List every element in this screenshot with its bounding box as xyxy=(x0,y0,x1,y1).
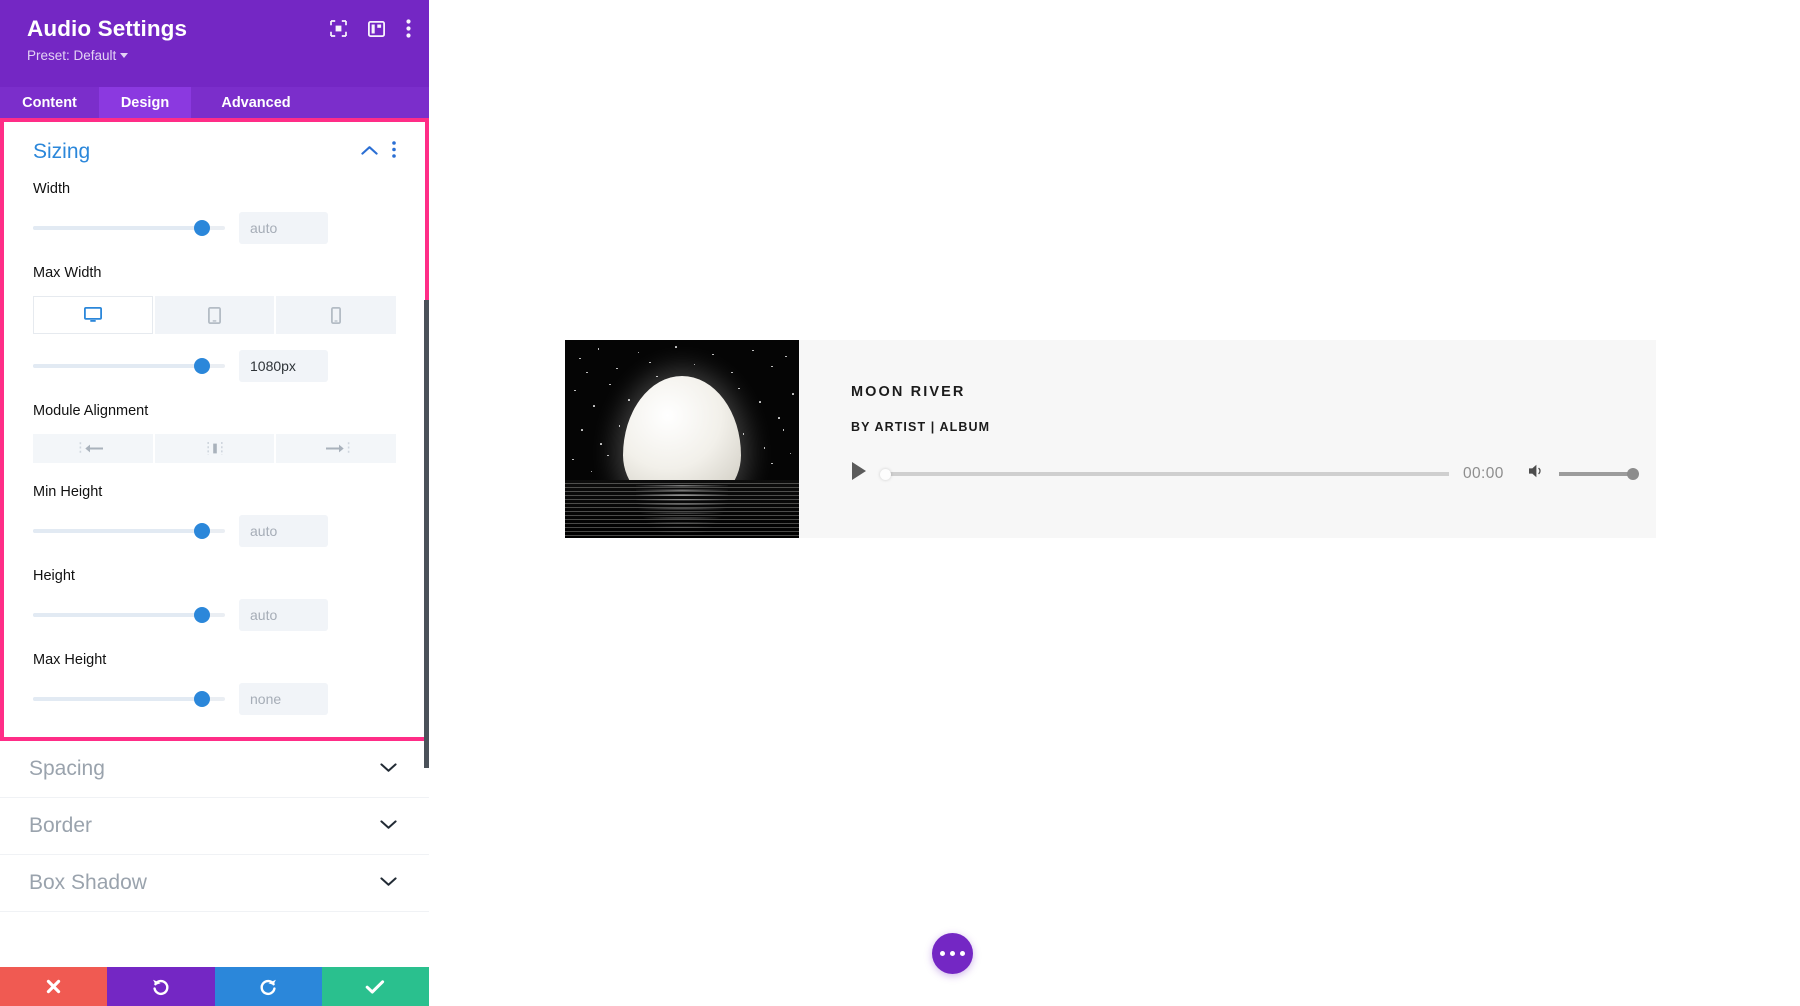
page-canvas: MOON RIVER BY ARTIST | ALBUM 00:00 xyxy=(429,0,1800,1006)
max-height-slider-fill xyxy=(33,697,202,701)
chevron-down-icon xyxy=(380,874,397,892)
moon-reflection xyxy=(636,482,728,536)
device-desktop-button[interactable] xyxy=(33,296,153,334)
audio-module[interactable]: MOON RIVER BY ARTIST | ALBUM 00:00 xyxy=(565,340,1656,538)
min-height-slider-fill xyxy=(33,529,202,533)
max-width-slider-handle[interactable] xyxy=(194,358,210,374)
volume-track xyxy=(1559,472,1635,476)
tab-content[interactable]: Content xyxy=(0,87,99,118)
field-min-height-label: Min Height xyxy=(33,483,396,501)
section-box-shadow-title: Box Shadow xyxy=(29,869,147,897)
min-height-slider[interactable] xyxy=(33,521,225,541)
section-border-title: Border xyxy=(29,812,92,840)
panel-tabs: Content Design Advanced xyxy=(0,87,429,118)
field-height: Height auto xyxy=(33,567,396,631)
divi-builder-screen: Audio Settings Preset: Default xyxy=(0,0,1800,1006)
max-height-slider-handle[interactable] xyxy=(194,691,210,707)
height-slider[interactable] xyxy=(33,605,225,625)
more-vertical-icon[interactable] xyxy=(406,19,411,43)
preset-label: Preset: Default xyxy=(27,48,116,63)
field-width: Width auto xyxy=(33,180,396,244)
panel-header-icons xyxy=(330,19,411,43)
current-time: 00:00 xyxy=(1463,465,1504,483)
section-spacing[interactable]: Spacing xyxy=(0,741,429,798)
cancel-button[interactable] xyxy=(0,967,107,1006)
ellipsis-dot xyxy=(960,951,965,956)
field-module-alignment-label: Module Alignment xyxy=(33,402,396,420)
section-box-shadow[interactable]: Box Shadow xyxy=(0,855,429,912)
module-alignment-group xyxy=(33,434,396,463)
max-width-value-input[interactable]: 1080px xyxy=(239,350,328,382)
section-more-vertical-icon[interactable] xyxy=(392,141,396,163)
field-max-height: Max Height none xyxy=(33,651,396,715)
max-width-slider[interactable] xyxy=(33,356,225,376)
align-center-button[interactable] xyxy=(155,434,275,463)
width-slider[interactable] xyxy=(33,218,225,238)
progress-track xyxy=(883,472,1449,476)
field-width-label: Width xyxy=(33,180,396,198)
audio-player: MOON RIVER BY ARTIST | ALBUM 00:00 xyxy=(799,340,1656,538)
width-value-input[interactable]: auto xyxy=(239,212,328,244)
panel-body: Sizing xyxy=(0,118,429,967)
width-slider-handle[interactable] xyxy=(194,220,210,236)
height-slider-fill xyxy=(33,613,202,617)
volume-handle[interactable] xyxy=(1627,468,1639,480)
track-subtitle: BY ARTIST | ALBUM xyxy=(851,419,1656,435)
volume-slider[interactable] xyxy=(1559,467,1635,481)
section-sizing-header[interactable]: Sizing xyxy=(33,138,396,166)
more-options-fab[interactable] xyxy=(932,933,973,974)
save-button[interactable] xyxy=(322,967,429,1006)
speaker-icon[interactable] xyxy=(1528,463,1546,484)
field-height-label: Height xyxy=(33,567,396,585)
ellipsis-dot xyxy=(940,951,945,956)
chevron-down-icon xyxy=(380,760,397,778)
undo-button[interactable] xyxy=(107,967,214,1006)
field-max-width: Max Width xyxy=(33,264,396,382)
field-max-height-label: Max Height xyxy=(33,651,396,669)
settings-panel: Audio Settings Preset: Default xyxy=(0,0,429,1006)
section-sizing-title: Sizing xyxy=(33,138,90,166)
progress-slider[interactable] xyxy=(883,467,1449,481)
min-height-value-input[interactable]: auto xyxy=(239,515,328,547)
album-art xyxy=(565,340,799,538)
tab-advanced[interactable]: Advanced xyxy=(191,87,321,118)
align-right-button[interactable] xyxy=(276,434,396,463)
width-slider-fill xyxy=(33,226,202,230)
section-spacing-title: Spacing xyxy=(29,755,105,783)
max-width-device-toggle xyxy=(33,296,396,334)
align-left-button[interactable] xyxy=(33,434,153,463)
progress-handle[interactable] xyxy=(880,469,891,480)
height-slider-handle[interactable] xyxy=(194,607,210,623)
height-value-input[interactable]: auto xyxy=(239,599,328,631)
track-title: MOON RIVER xyxy=(851,383,1656,401)
device-tablet-button[interactable] xyxy=(155,296,275,334)
focus-target-icon[interactable] xyxy=(330,20,347,42)
panel-action-bar xyxy=(0,967,429,1006)
chevron-down-icon xyxy=(120,53,128,58)
preset-selector[interactable]: Preset: Default xyxy=(27,46,128,66)
player-controls: 00:00 xyxy=(851,461,1656,486)
play-icon[interactable] xyxy=(851,461,867,486)
max-height-slider[interactable] xyxy=(33,689,225,709)
section-sizing: Sizing xyxy=(0,118,429,741)
ellipsis-dot xyxy=(950,951,955,956)
chevron-down-icon xyxy=(380,817,397,835)
max-height-value-input[interactable]: none xyxy=(239,683,328,715)
field-min-height: Min Height auto xyxy=(33,483,396,547)
chevron-up-icon[interactable] xyxy=(361,143,378,161)
section-border[interactable]: Border xyxy=(0,798,429,855)
max-width-slider-fill xyxy=(33,364,202,368)
field-module-alignment: Module Alignment xyxy=(33,402,396,463)
field-max-width-label: Max Width xyxy=(33,264,396,282)
panel-header: Audio Settings Preset: Default xyxy=(0,0,429,87)
tab-design[interactable]: Design xyxy=(99,87,191,118)
redo-button[interactable] xyxy=(215,967,322,1006)
device-phone-button[interactable] xyxy=(276,296,396,334)
min-height-slider-handle[interactable] xyxy=(194,523,210,539)
panel-scroll-area: Sizing xyxy=(0,118,429,967)
panel-layout-icon[interactable] xyxy=(368,21,385,42)
